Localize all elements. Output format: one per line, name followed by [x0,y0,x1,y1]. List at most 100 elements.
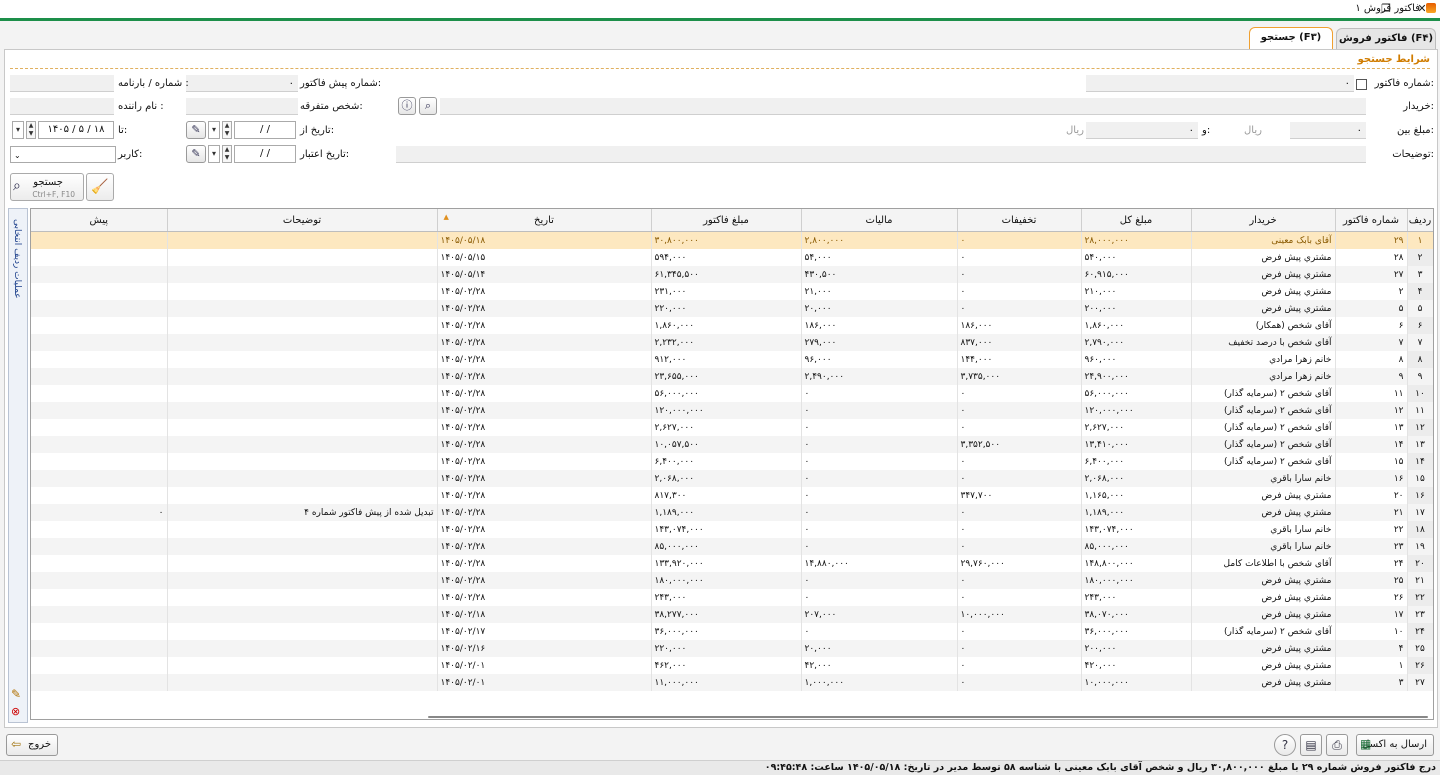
date-to-label: تا: [118,125,128,136]
validity-date-eraser-icon[interactable]: ✎ [186,145,206,163]
col-date[interactable]: تاریخ ▲ [437,209,652,232]
table-cell [31,674,168,691]
table-cell: آقای شخص با اطلاعات کامل [1191,555,1336,572]
table-row[interactable]: ۲۱ ۲۵ مشتري پیش فرض ۱۸۰,۰۰۰,۰۰۰ ۰ ۰ ۱۸۰,۰۰۰,۰۰… [31,572,1433,589]
table-row[interactable]: ۲۲ ۲۶ مشتري پیش فرض ۲۴۳,۰۰۰ ۰ ۰ ۲۴۳,۰۰۰ ۱۴۰۵/۰۲… [31,589,1433,606]
table-cell: ۰ [801,436,958,453]
date-to-dropdown-icon[interactable]: ▾ [12,121,24,139]
table-row[interactable]: ۲۰ ۲۴ آقای شخص با اطلاعات کامل ۱۴۸,۸۰۰,۰۰۰ ۲… [31,555,1433,572]
table-row[interactable]: ۱۵ ۱۶ خانم سارا باقري ۲,۰۶۸,۰۰۰ ۰ ۰ ۲,۰۶۸,۰۰۰ ۱… [31,470,1433,487]
date-from-dropdown-icon[interactable]: ▾ [208,121,220,139]
validity-date-spinner[interactable]: ▲ ▼ [222,145,232,163]
table-cell: ۲۹ [1335,231,1408,249]
table-row[interactable]: ۲۳ ۱۷ مشتري پیش فرض ۳۸,۰۷۰,۰۰۰ ۱۰,۰۰۰,۰۰۰ ۲۰۷… [31,606,1433,623]
table-cell [31,402,168,419]
horizontal-scrollbar[interactable] [428,716,1428,718]
pre-invoice-no-field[interactable]: ۰ [186,75,298,92]
date-to-field[interactable]: ۱۴۰۵ / ۵ / ۱۸ [38,121,114,139]
info-icon[interactable]: ⓘ [398,97,416,115]
invoice-no-field[interactable]: ۰ [1086,75,1354,92]
col-invoice-amount[interactable]: مبلغ فاکتور [651,209,802,232]
table-row[interactable]: ۱۶ ۲۰ مشتري پیش فرض ۱,۱۶۵,۰۰۰ ۳۴۷,۷۰۰ ۰ ۸۱۷,۳۰… [31,487,1433,504]
tab-sales-invoice[interactable]: فاکتور فروش (F۴) [1336,28,1436,49]
table-row[interactable]: ۲۷ ۳ مشتری پیش فرض ۱۰,۰۰۰,۰۰۰ ۰ ۱,۰۰۰,۰۰۰ ۱۱,۰… [31,674,1433,691]
table-cell [31,589,168,606]
col-buyer[interactable]: خریدار [1191,209,1336,232]
table-cell: ۰ [957,589,1082,606]
date-from-field[interactable]: / / [234,121,296,139]
col-description[interactable]: توضیحات [167,209,438,232]
search-button-shortcut: Ctrl+F, F10 [32,190,75,199]
buyer-field[interactable] [440,98,1366,115]
table-cell: ۰ [957,623,1082,640]
delete-icon[interactable]: ⊗ [11,705,20,718]
validity-date-dropdown-icon[interactable]: ▾ [208,145,220,163]
clear-filters-broom-icon[interactable]: 🧹 [86,173,114,201]
table-row[interactable]: ۱ ۲۹ آقای بابک معینی ۲۸,۰۰۰,۰۰۰ ۰ ۲,۸۰۰,۰۰۰ ۳۰… [31,231,1433,249]
table-row[interactable]: ۱۷ ۲۱ مشتري پیش فرض ۱,۱۸۹,۰۰۰ ۰ ۰ ۱,۱۸۹,۰۰۰ ۱۴۰… [31,504,1433,521]
table-row[interactable]: ۹ ۹ خانم زهرا مرادي ۲۴,۹۰۰,۰۰۰ ۳,۷۳۵,۰۰۰ ۲,۴۹… [31,368,1433,385]
table-row[interactable]: ۱۸ ۲۲ خانم سارا باقري ۱۴۳,۰۷۴,۰۰۰ ۰ ۰ ۱۴۳,۰۷۴,… [31,521,1433,538]
maximize-icon[interactable]: ❐ [1372,0,1400,18]
driver-field[interactable] [10,98,114,115]
misc-person-field[interactable] [186,98,298,115]
table-row[interactable]: ۲ ۲۸ مشتري پیش فرض ۵۴۰,۰۰۰ ۰ ۵۴,۰۰۰ ۵۹۴,۰۰۰ ۱۴۰… [31,249,1433,266]
table-cell: ۱۴۰۵/۰۲/۲۸ [437,521,652,538]
table-cell: ۰ [801,487,958,504]
invoice-grid[interactable]: ردیف شماره فاکتور خریدار مبلغ کل تخفیفات… [30,208,1434,720]
close-icon[interactable]: ✕ [1408,0,1436,18]
waybill-field[interactable] [10,75,114,92]
table-row[interactable]: ۲۵ ۴ مشتري پیش فرض ۲۰۰,۰۰۰ ۰ ۲۰,۰۰۰ ۲۲۰,۰۰۰ ۱۴۰… [31,640,1433,657]
user-select[interactable]: ⌄ [10,146,116,163]
col-invoice-number[interactable]: شماره فاکتور [1335,209,1408,232]
description-field[interactable] [396,146,1366,163]
table-cell: ۰ [957,402,1082,419]
table-cell: ۲۴۳,۰۰۰ [1081,589,1192,606]
date-from-spinner[interactable]: ▲ ▼ [222,121,232,139]
send-to-excel-button[interactable]: ارسال به اکسل ▦ [1356,734,1434,756]
table-cell: ۳۶,۰۰۰,۰۰۰ [1081,623,1192,640]
amount-from-field[interactable]: ۰ [1290,122,1366,139]
table-row[interactable]: ۲۴ ۱۰ آقای شخص ۲ (سرمایه گذار) ۳۶,۰۰۰,۰۰۰ ۰ ۰… [31,623,1433,640]
tab-search[interactable]: جستجو (F۳) [1249,27,1333,51]
excel-icon: ▦ [1360,737,1372,751]
exit-button[interactable]: خروج ⇦ [6,734,58,756]
table-cell: ۱,۱۸۹,۰۰۰ [651,504,802,521]
col-row-number[interactable]: ردیف [1407,209,1433,232]
table-cell: ۲۰۷,۰۰۰ [801,606,958,623]
table-row[interactable]: ۴ ۲ مشتري پیش فرض ۲۱۰,۰۰۰ ۰ ۲۱,۰۰۰ ۲۳۱,۰۰۰ ۱۴۰۵… [31,283,1433,300]
col-tax[interactable]: مالیات [801,209,958,232]
table-row[interactable]: ۵ ۵ مشتري پیش فرض ۲۰۰,۰۰۰ ۰ ۲۰,۰۰۰ ۲۲۰,۰۰۰ ۱۴۰۵… [31,300,1433,317]
table-row[interactable]: ۱۲ ۱۳ آقای شخص ۲ (سرمایه گذار) ۲,۶۲۷,۰۰۰ ۰ ۰ ۲… [31,419,1433,436]
invoice-no-checkbox[interactable] [1356,79,1367,90]
date-to-spinner[interactable]: ▲ ▼ [26,121,36,139]
table-cell: ۱۰,۰۵۷,۵۰۰ [651,436,802,453]
table-cell: ۱۵ [1407,470,1433,487]
help-icon[interactable]: ? [1274,734,1296,756]
table-row[interactable]: ۱۱ ۱۲ آقای شخص ۲ (سرمایه گذار) ۱۲۰,۰۰۰,۰۰۰ ۰… [31,402,1433,419]
table-row[interactable]: ۱۳ ۱۴ آقای شخص ۲ (سرمایه گذار) ۱۳,۴۱۰,۰۰۰ ۳,… [31,436,1433,453]
print-icon[interactable]: ⎙ [1326,734,1348,756]
edit-pencil-icon[interactable]: ✎ [11,687,21,701]
table-row[interactable]: ۱۰ ۱۱ آقای شخص ۲ (سرمایه گذار) ۵۶,۰۰۰,۰۰۰ ۰ ۰… [31,385,1433,402]
search-icon[interactable]: ⌕ [419,97,437,115]
row-actions-toolbar[interactable]: عملیات ردیف انتخابی ✎ ⊗ [8,208,28,723]
col-pre[interactable]: پیش [31,209,168,232]
amount-to-field[interactable]: ۰ [1086,122,1198,139]
table-row[interactable]: ۳ ۲۷ مشتري پیش فرض ۶۰,۹۱۵,۰۰۰ ۰ ۴۳۰,۵۰۰ ۶۱,۳۴۵… [31,266,1433,283]
accent-line [0,18,1440,21]
table-row[interactable]: ۸ ۸ خانم زهرا مرادي ۹۶۰,۰۰۰ ۱۴۴,۰۰۰ ۹۶,۰۰۰ ۹۱۲… [31,351,1433,368]
table-cell: ۱۴۰۵/۰۲/۰۱ [437,657,652,674]
table-row[interactable]: ۲۶ ۱ مشتري پیش فرض ۴۲۰,۰۰۰ ۰ ۴۲,۰۰۰ ۴۶۲,۰۰۰ ۱۴۰… [31,657,1433,674]
table-row[interactable]: ۶ ۶ آقای شخص (همکار) ۱,۸۶۰,۰۰۰ ۱۸۶,۰۰۰ ۱۸۶,۰۰… [31,317,1433,334]
table-cell [167,300,438,317]
calculator-icon[interactable]: ▤ [1300,734,1322,756]
date-from-eraser-icon[interactable]: ✎ [186,121,206,139]
col-discounts[interactable]: تخفیفات [957,209,1082,232]
table-row[interactable]: ۷ ۷ آقای شخص با درصد تخفیف ۲,۷۹۰,۰۰۰ ۸۳۷,۰۰۰… [31,334,1433,351]
table-row[interactable]: ۱۹ ۲۳ خانم سارا باقري ۸۵,۰۰۰,۰۰۰ ۰ ۰ ۸۵,۰۰۰,۰۰… [31,538,1433,555]
col-total-amount[interactable]: مبلغ کل [1081,209,1192,232]
search-button[interactable]: ⌕ جستجو Ctrl+F, F10 [10,173,84,201]
validity-date-field[interactable]: / / [234,145,296,163]
table-row[interactable]: ۱۴ ۱۵ آقای شخص ۲ (سرمایه گذار) ۶,۴۰۰,۰۰۰ ۰ ۰ ۶… [31,453,1433,470]
